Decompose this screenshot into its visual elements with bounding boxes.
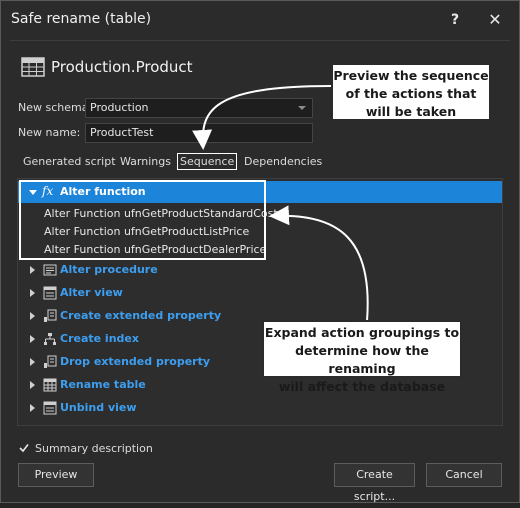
tree-group-label: Create extended property	[60, 309, 222, 322]
summary-checkbox[interactable]	[18, 442, 30, 454]
safe-rename-dialog: Safe rename (table) ? ✕ Production.Produ…	[0, 0, 520, 503]
cancel-button[interactable]: Cancel	[426, 463, 502, 487]
callout-line: will affect the database	[278, 379, 446, 394]
expand-arrow-icon[interactable]	[30, 381, 35, 389]
callout-line: of the actions that	[345, 86, 477, 101]
tree-group-alter-procedure[interactable]: Alter procedure	[18, 259, 502, 281]
expand-arrow-icon[interactable]	[30, 358, 35, 366]
title-bar[interactable]: Safe rename (table) ? ✕	[1, 1, 519, 39]
tab-dependencies[interactable]: Dependencies	[244, 155, 322, 168]
tab-generated-script[interactable]: Generated script	[23, 155, 116, 168]
procedure-icon	[43, 264, 57, 276]
chevron-down-icon	[298, 106, 306, 110]
table-icon	[43, 378, 57, 392]
tree-group-label: Alter procedure	[60, 263, 158, 276]
view-icon	[43, 401, 57, 415]
expand-arrow-icon[interactable]	[30, 312, 35, 320]
table-icon	[21, 57, 45, 77]
preview-button[interactable]: Preview	[18, 463, 94, 487]
tree-group-label: Rename table	[60, 378, 146, 391]
extended-property-icon	[44, 309, 57, 322]
expand-arrow-icon[interactable]	[30, 266, 35, 274]
help-button[interactable]: ?	[443, 8, 467, 32]
tree-group-label: Create index	[60, 332, 139, 345]
new-name-label: New name:	[18, 126, 81, 139]
tree-group-alter-view[interactable]: Alter view	[18, 282, 502, 304]
index-icon	[44, 333, 56, 345]
callout-expand-groupings: Expand action groupings to determine how…	[262, 320, 462, 394]
callout-line: Preview the sequence	[333, 68, 489, 83]
close-button[interactable]: ✕	[483, 8, 507, 32]
expand-arrow-icon[interactable]	[30, 404, 35, 412]
create-script-button[interactable]: Create script...	[334, 463, 415, 503]
tree-group-unbind-view[interactable]: Unbind view	[18, 397, 502, 419]
new-schema-select[interactable]: Production	[85, 98, 313, 118]
callout-line: determine how the renaming	[295, 343, 429, 376]
object-name: Production.Product	[51, 58, 193, 76]
callout-line: will be taken	[365, 104, 457, 119]
window-title: Safe rename (table)	[11, 11, 152, 27]
tree-group-label: Drop extended property	[60, 355, 211, 368]
tab-warnings[interactable]: Warnings	[120, 155, 171, 168]
callout-preview-sequence: Preview the sequence of the actions that…	[331, 63, 491, 121]
new-schema-label: New schema:	[18, 101, 93, 114]
tab-sequence[interactable]: Sequence	[177, 153, 238, 170]
highlight-box	[19, 180, 266, 260]
extended-property-icon	[44, 355, 57, 368]
new-name-input[interactable]: ProductTest	[85, 123, 313, 143]
view-icon	[43, 286, 57, 300]
new-schema-value: Production	[90, 101, 149, 114]
expand-arrow-icon[interactable]	[30, 335, 35, 343]
title-divider	[10, 40, 510, 41]
new-name-value: ProductTest	[90, 126, 154, 139]
callout-line: Expand action groupings to	[264, 325, 460, 340]
tree-group-label: Unbind view	[60, 401, 137, 414]
tree-group-label: Alter view	[60, 286, 123, 299]
summary-description-label[interactable]: Summary description	[35, 442, 153, 455]
expand-arrow-icon[interactable]	[30, 289, 35, 297]
